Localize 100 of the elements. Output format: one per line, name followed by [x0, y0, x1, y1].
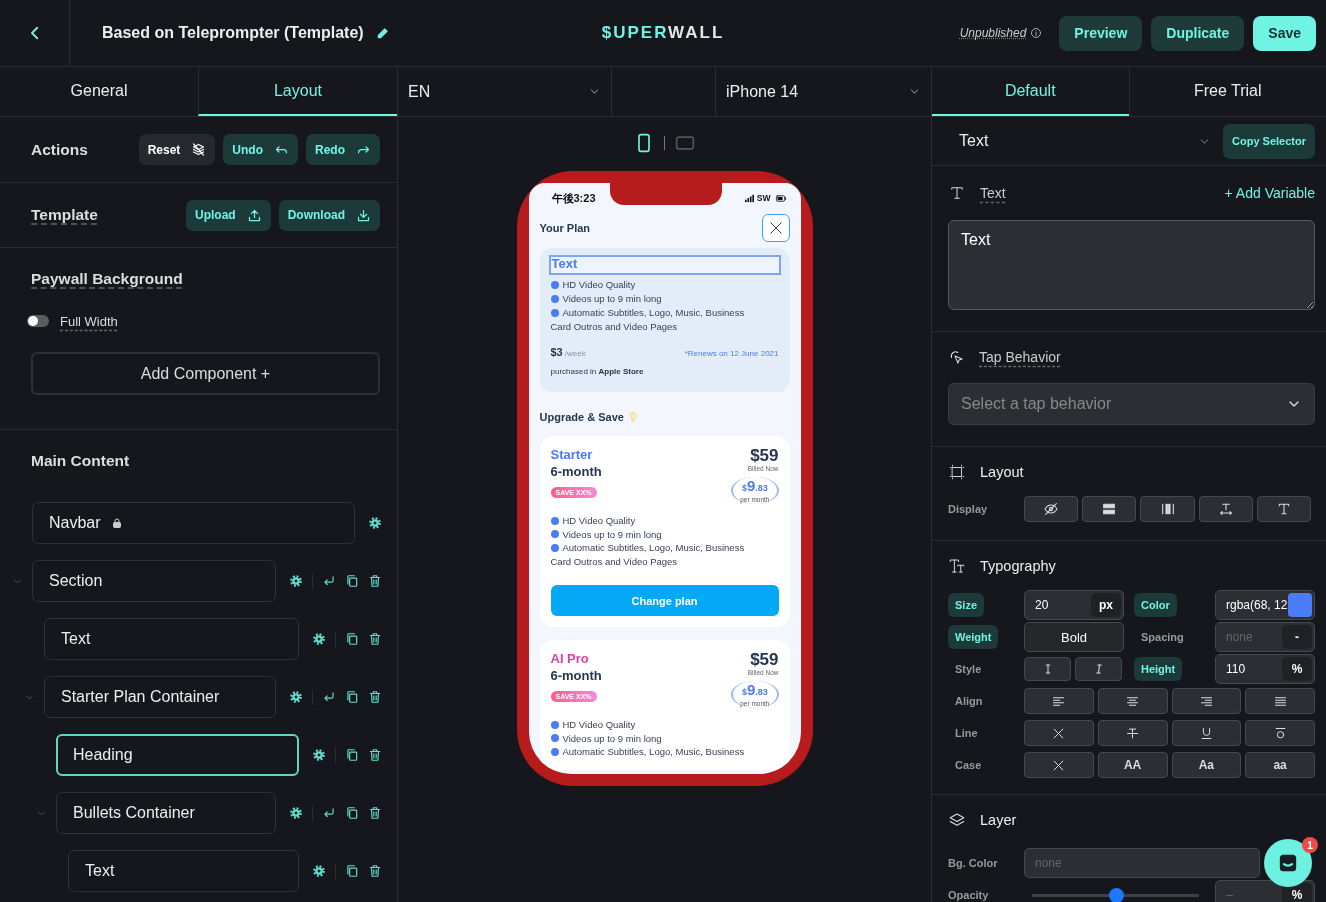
- action-button[interactable]: Undo: [223, 134, 298, 165]
- tab[interactable]: Default: [932, 67, 1129, 116]
- action-button[interactable]: Reset: [138, 134, 216, 165]
- tablet-icon[interactable]: [675, 133, 695, 153]
- toolbar-button[interactable]: Save: [1253, 15, 1316, 51]
- feature-text: HD Video Quality: [550, 278, 757, 292]
- display-button[interactable]: [1082, 496, 1137, 522]
- copy-icon[interactable]: [345, 864, 359, 878]
- unit-label: %: [1282, 657, 1312, 681]
- trash-icon[interactable]: [368, 690, 382, 704]
- display-button[interactable]: [1140, 496, 1195, 522]
- slider-thumb[interactable]: [1108, 887, 1124, 902]
- style-button[interactable]: [1075, 657, 1122, 681]
- tree-item[interactable]: Text: [44, 618, 299, 660]
- gear-icon[interactable]: [289, 806, 303, 820]
- size-field[interactable]: 20 px: [1024, 590, 1124, 620]
- copy-icon[interactable]: [345, 806, 359, 820]
- enter-icon[interactable]: [322, 690, 336, 704]
- gear-icon[interactable]: [312, 748, 326, 762]
- toolbar-button[interactable]: Duplicate: [1151, 15, 1245, 51]
- copy-selector-button[interactable]: Copy Selector: [1223, 123, 1315, 159]
- tab[interactable]: Free Trial: [1128, 67, 1326, 116]
- toolbar-button[interactable]: Preview: [1059, 15, 1143, 51]
- close-button[interactable]: [761, 214, 790, 242]
- tap-behavior-select[interactable]: Select a tap behavior: [948, 383, 1315, 425]
- case-button[interactable]: aa: [1245, 752, 1315, 778]
- renewal-note: *Renews on 12 June 2021: [684, 349, 779, 358]
- eye-off-icon: [1043, 501, 1060, 517]
- copy-icon[interactable]: [345, 574, 359, 588]
- plan-term: 6-month: [550, 463, 602, 481]
- weight-select[interactable]: Bold: [1024, 622, 1124, 652]
- pencil-icon[interactable]: [375, 26, 390, 40]
- element-select[interactable]: Text: [959, 132, 1224, 150]
- reset-icon: [191, 142, 207, 157]
- tree-item[interactable]: Heading: [56, 734, 299, 776]
- trash-icon[interactable]: [368, 632, 382, 646]
- overline-icon: [1272, 725, 1288, 741]
- gear-icon[interactable]: [368, 516, 382, 530]
- tree-item[interactable]: Navbar: [32, 502, 355, 544]
- plan-price: $59: [750, 651, 779, 669]
- display-button[interactable]: [1198, 496, 1253, 522]
- property-label: Spacing: [1140, 630, 1185, 645]
- unit-label: px: [1091, 593, 1121, 617]
- display-button[interactable]: [1256, 496, 1311, 522]
- copy-icon[interactable]: [345, 632, 359, 646]
- enter-icon[interactable]: [322, 806, 336, 820]
- plan-price: $59: [750, 447, 779, 465]
- section-title: Template: [31, 206, 98, 224]
- tab[interactable]: Layout: [198, 67, 397, 116]
- feature-text: Automatic Subtitles, Logo, Music, Business: [550, 745, 757, 759]
- purchase-note: purchased in Apple Store: [550, 367, 645, 378]
- add-component-button[interactable]: Add Component +: [31, 352, 380, 395]
- action-button[interactable]: Redo: [306, 134, 380, 165]
- align-button[interactable]: [1245, 688, 1315, 714]
- action-button[interactable]: Download: [278, 199, 380, 231]
- feature-text: Automatic Subtitles, Logo, Music, Business Card Outros and Video Pages: [550, 306, 746, 334]
- strikethrough-icon: [1125, 725, 1141, 741]
- align-button[interactable]: [1171, 688, 1242, 714]
- chat-button[interactable]: [1264, 839, 1312, 887]
- tree-item[interactable]: Bullets Container: [56, 792, 276, 834]
- tab[interactable]: General: [0, 67, 198, 116]
- align-button[interactable]: [1097, 688, 1168, 714]
- color-field[interactable]: rgba(68, 12: [1215, 590, 1315, 620]
- monthly-price: $9.83: [741, 478, 768, 496]
- display-button[interactable]: [1024, 496, 1079, 522]
- upgrade-title: Upgrade & Save: [539, 411, 624, 423]
- tree-item[interactable]: Section: [32, 560, 276, 602]
- device-select[interactable]: iPhone 14: [716, 67, 931, 116]
- spacing-field[interactable]: none -: [1215, 622, 1315, 652]
- trash-icon[interactable]: [368, 806, 382, 820]
- toggle-switch[interactable]: [27, 315, 49, 327]
- case-button[interactable]: Aa: [1171, 752, 1242, 778]
- text-input[interactable]: Text: [948, 220, 1315, 310]
- gear-icon[interactable]: [312, 864, 326, 878]
- trash-icon[interactable]: [368, 864, 382, 878]
- language-select[interactable]: EN: [398, 67, 612, 116]
- gear-icon[interactable]: [312, 632, 326, 646]
- field-label: Bg. Color: [948, 857, 999, 869]
- plan-heading: Text: [550, 257, 779, 273]
- copy-icon[interactable]: [345, 690, 359, 704]
- tree-item[interactable]: Starter Plan Container: [44, 676, 276, 718]
- layers-icon: [948, 811, 966, 829]
- trash-icon[interactable]: [368, 574, 382, 588]
- style-button[interactable]: [1024, 657, 1071, 681]
- pointer-icon: [948, 348, 965, 366]
- case-button[interactable]: AA: [1097, 752, 1168, 778]
- gear-icon[interactable]: [289, 690, 303, 704]
- add-variable-link[interactable]: + Add Variable: [1224, 185, 1315, 201]
- trash-icon[interactable]: [368, 748, 382, 762]
- section-title: Layout: [980, 464, 1024, 480]
- copy-icon[interactable]: [345, 748, 359, 762]
- property-label: Size: [948, 593, 984, 617]
- gear-icon[interactable]: [289, 574, 303, 588]
- property-label: Style: [954, 662, 983, 677]
- period-text: /week: [564, 349, 586, 358]
- action-button[interactable]: Upload: [186, 199, 271, 231]
- tree-item[interactable]: Text: [68, 850, 299, 892]
- enter-icon[interactable]: [322, 574, 336, 588]
- line-height-field[interactable]: 110 %: [1215, 654, 1315, 684]
- opacity-field[interactable]: – %: [1215, 880, 1315, 902]
